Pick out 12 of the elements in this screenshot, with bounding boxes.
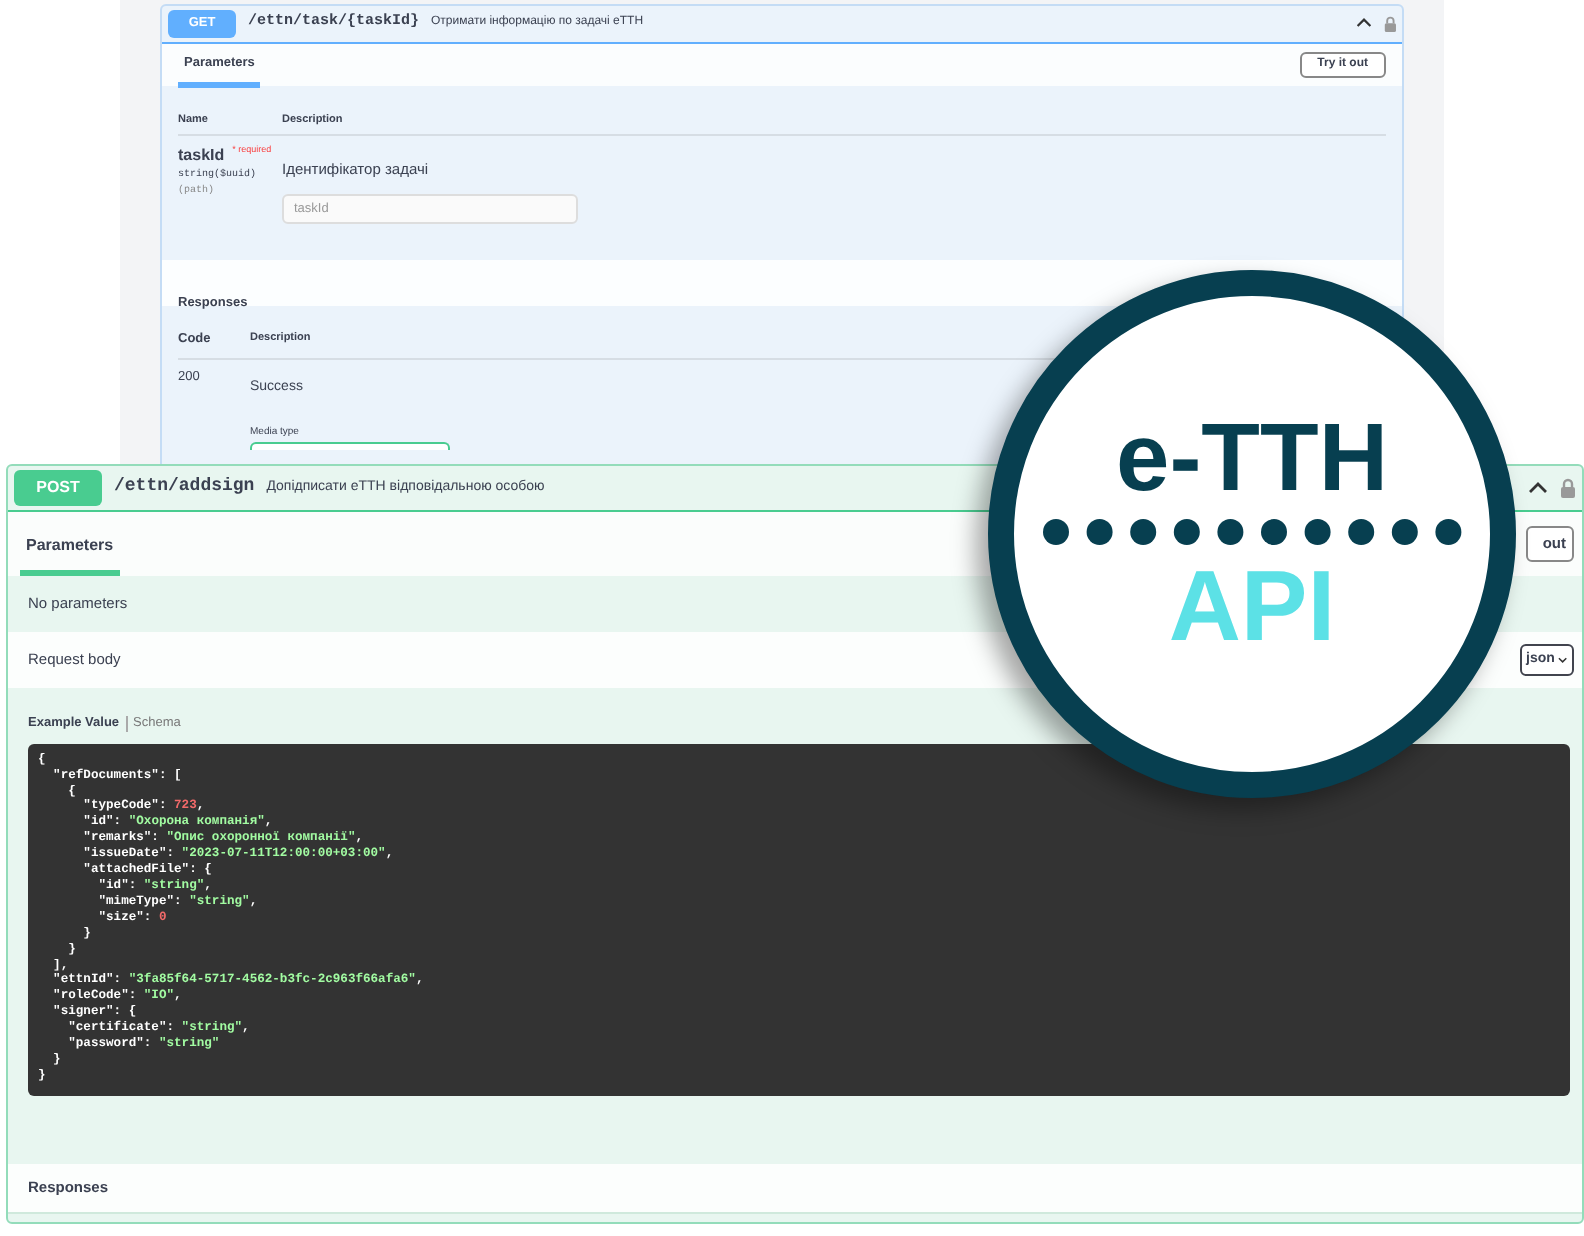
logo-subtitle: API xyxy=(1168,556,1336,656)
chevron-up-icon[interactable] xyxy=(1355,18,1372,29)
lock-icon[interactable] xyxy=(1383,15,1396,32)
method-badge: POST xyxy=(14,470,102,506)
tab[interactable]: Parameters xyxy=(20,525,120,575)
media-type-select[interactable] xyxy=(250,441,450,450)
chevron-up-icon[interactable] xyxy=(1528,482,1548,494)
logo-title: e-TTH xyxy=(1116,412,1388,508)
endpoint-path: /ettn/addsign xyxy=(114,474,255,501)
chevron-down-icon xyxy=(1558,656,1568,664)
parameter-name: taskId xyxy=(178,144,225,168)
lock-icon[interactable] xyxy=(1560,478,1576,498)
